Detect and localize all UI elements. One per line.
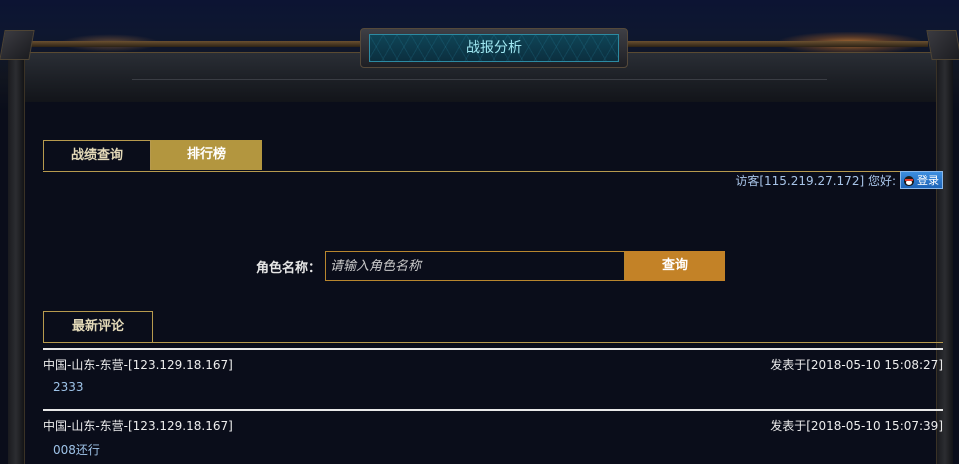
frame-corner-right	[926, 30, 959, 60]
comment-author: 中国-山东-东营-[123.129.18.167]	[43, 358, 233, 372]
panel-title: 战报分析	[369, 34, 619, 62]
search-button[interactable]: 查询	[625, 251, 726, 281]
search-row: 角色名称： 查询	[256, 251, 726, 281]
visitor-info: 访客[115.219.27.172] 您好: 登录	[735, 171, 943, 189]
frame-side-left	[8, 38, 25, 464]
frame-side-right	[936, 38, 953, 464]
login-label: 登录	[917, 174, 939, 187]
comment-time: 发表于[2018-05-10 15:07:39]	[770, 419, 943, 433]
tab-leaderboard[interactable]: 排行榜	[151, 140, 262, 170]
tab-record-query[interactable]: 战绩查询	[43, 140, 151, 170]
qq-penguin-icon	[903, 174, 915, 187]
login-button[interactable]: 登录	[900, 171, 943, 189]
comment-header: 中国-山东-东营-[123.129.18.167] 发表于[2018-05-10…	[43, 356, 943, 376]
panel-title-box: 战报分析	[360, 28, 628, 68]
comment-time: 发表于[2018-05-10 15:08:27]	[770, 358, 943, 372]
comment-body: 008还行	[53, 443, 100, 457]
frame-rail-right	[628, 41, 928, 47]
comment-item: 中国-山东-东营-[123.129.18.167] 发表于[2018-05-10…	[43, 409, 943, 458]
comment-body: 2333	[53, 380, 84, 394]
tab-bar: 战绩查询 排行榜	[43, 140, 943, 172]
comment-author: 中国-山东-东营-[123.129.18.167]	[43, 419, 233, 433]
comments-tab-bar: 最新评论	[43, 311, 943, 343]
role-name-input[interactable]	[325, 251, 626, 281]
comment-item: 中国-山东-东营-[123.129.18.167] 发表于[2018-05-10…	[43, 348, 943, 394]
visitor-greeting: 访客[115.219.27.172] 您好:	[735, 173, 896, 188]
role-name-label: 角色名称：	[256, 260, 322, 276]
comment-header: 中国-山东-东营-[123.129.18.167] 发表于[2018-05-10…	[43, 417, 943, 437]
tab-latest-comments[interactable]: 最新评论	[43, 311, 153, 342]
frame-rail-left	[30, 41, 360, 47]
frame-corner-left	[0, 30, 35, 60]
